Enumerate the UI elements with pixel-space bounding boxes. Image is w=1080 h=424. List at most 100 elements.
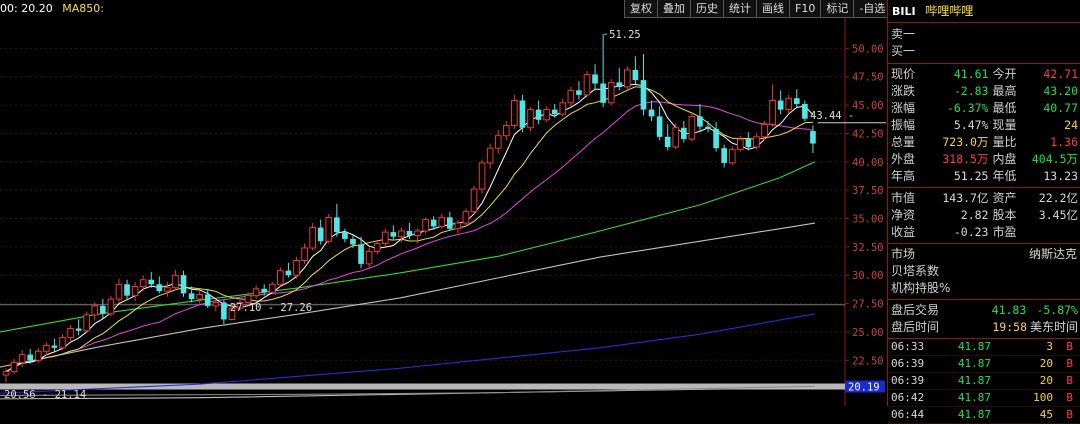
ma-left-label: 00: 20.20 (0, 2, 53, 15)
after-hours-time-row: 盘后时间 19:58 美东时间 (888, 319, 1080, 336)
chart-toolbar: 复权 叠加 历史 统计 画线 F10 标记 -自选 返回 (624, 0, 924, 18)
base-band-label: 20.19 (848, 382, 880, 394)
tick-side: B (1066, 357, 1073, 370)
quote-stat-row: 涨幅 -6.37% 最低 40.77 (888, 100, 1080, 117)
candle-body (268, 283, 276, 293)
candle-body (342, 232, 348, 239)
quote-stat-value: 318.5万 (942, 152, 989, 166)
quote-stat-row: 振幅 5.47% 现量 24 (888, 117, 1080, 134)
candle-body (148, 279, 155, 285)
quote-stat-label: 现价 (891, 67, 916, 81)
candle-body (680, 127, 687, 140)
candle-body (373, 242, 381, 252)
candle-body (777, 100, 784, 110)
candle-body (753, 136, 760, 148)
ma250-line (0, 313, 816, 394)
fund-stat-value: -0.23 (953, 225, 989, 239)
candle-body (430, 219, 437, 227)
y-tick-label: 30.00 (852, 270, 884, 282)
candle-body (293, 259, 300, 276)
candle-body (793, 98, 800, 104)
candle-body (67, 328, 74, 339)
candle-body (285, 270, 292, 276)
last-price-label: 43.44 - (810, 110, 854, 122)
ask1-label: 卖一 (891, 27, 916, 41)
fund-stat-value-2 (1026, 224, 1080, 241)
candle-body (486, 147, 494, 164)
candle-body (761, 123, 768, 138)
tick-side: B (1066, 391, 1073, 404)
tick-side: B (1066, 408, 1073, 421)
tick-vol: 20 (1039, 374, 1053, 387)
tick-row: 06:33 41.87 3 B (888, 339, 1080, 356)
toolbar-draw-button[interactable]: 画线 (756, 0, 789, 18)
inst-row: 机构持股% (888, 280, 1080, 297)
kline-chart[interactable]: 20.0022.5025.0027.5030.0032.5035.0037.50… (0, 0, 924, 406)
tick-vol: 20 (1039, 357, 1053, 370)
toolbar-stats-button[interactable]: 统计 (723, 0, 756, 18)
y-tick-label: 35.00 (852, 214, 884, 226)
candle-body (559, 102, 567, 115)
candle-body (164, 287, 171, 292)
fund-stat-label-2: 资产 (992, 191, 1017, 205)
candle-body (728, 148, 736, 164)
candle-body (156, 284, 163, 292)
price-annotation: 27.10 - 27.26 (230, 302, 312, 314)
tick-list[interactable]: 06:33 41.87 3 B 06:39 41.87 20 B 06:39 41.87 20 B 06… (888, 339, 1080, 424)
toolbar-overlay-button[interactable]: 叠加 (657, 0, 690, 18)
candle-body (43, 345, 50, 352)
candle-body (438, 216, 446, 227)
fund-stat-value-2: 22.2亿 (1038, 191, 1078, 205)
quote-stat-value-2: 40.77 (1043, 101, 1078, 115)
market-row: 市场 纳斯达克 (888, 246, 1080, 263)
candle-body (334, 217, 340, 233)
toolbar-f10-button[interactable]: F10 (789, 0, 821, 18)
bid1-row: 买一 (888, 43, 1080, 60)
tick-price: 41.87 (957, 340, 991, 353)
toolbar-mark-button[interactable]: 标记 (820, 0, 854, 18)
quote-stat-value-2: 404.5万 (1031, 152, 1078, 166)
candle-body (543, 109, 550, 121)
tick-price: 41.87 (957, 374, 991, 387)
fund-stat-value: 143.7亿 (942, 191, 989, 205)
toolbar-fuquan-button[interactable]: 复权 (624, 0, 657, 18)
candle-body (470, 188, 478, 213)
candle-body (131, 286, 139, 297)
quote-panel: BILI 哔哩哔哩 卖一 买一 现价 41.61 今开 42.71 涨跌 -2.83 最高 4… (887, 0, 1080, 424)
ask1-row: 卖一 (888, 26, 1080, 43)
tick-time: 06:42 (891, 391, 925, 404)
candle-body (624, 69, 631, 88)
fund-stat-label: 收益 (891, 225, 916, 239)
toolbar-history-button[interactable]: 历史 (690, 0, 723, 18)
quote-stat-label: 年高 (891, 169, 916, 183)
candle-body (325, 216, 333, 242)
tick-vol: 3 (1046, 340, 1053, 353)
ticker-symbol: BILI (892, 5, 916, 18)
candle-body (91, 305, 99, 316)
candle-body (18, 354, 26, 364)
quote-stat-label: 涨幅 (891, 101, 916, 115)
quote-stat-value-2: 13.23 (1043, 169, 1078, 183)
toolbar-watchlist-button[interactable]: -自选 (853, 0, 891, 18)
candle-body (124, 284, 130, 296)
candle-body (583, 73, 591, 96)
candle-body (519, 100, 526, 128)
fund-stat-label: 市值 (891, 191, 916, 205)
quote-stats: 现价 41.61 今开 42.71 涨跌 -2.83 最高 43.20 涨幅 -6.37% 最低 40… (888, 64, 1080, 188)
candle-body (204, 294, 211, 306)
candle-body (406, 230, 413, 236)
candle-body (196, 294, 203, 300)
candle-body (365, 250, 373, 265)
candle-body (180, 275, 187, 294)
quote-header: BILI 哔哩哔哩 (888, 0, 1080, 23)
candle-body (422, 219, 429, 232)
candle-body (212, 301, 220, 307)
quote-stat-label-2: 现量 (992, 118, 1017, 132)
fund-stat-row: 市值 143.7亿 资产 22.2亿 (888, 190, 1080, 207)
candle-body (414, 230, 421, 237)
y-tick-label: 22.50 (852, 355, 884, 367)
quote-stat-label-2: 内盘 (992, 152, 1017, 166)
kline-svg[interactable]: 20.0022.5025.0027.5030.0032.5035.0037.50… (0, 0, 886, 406)
candle-body (252, 288, 260, 297)
candle-body (494, 135, 502, 149)
